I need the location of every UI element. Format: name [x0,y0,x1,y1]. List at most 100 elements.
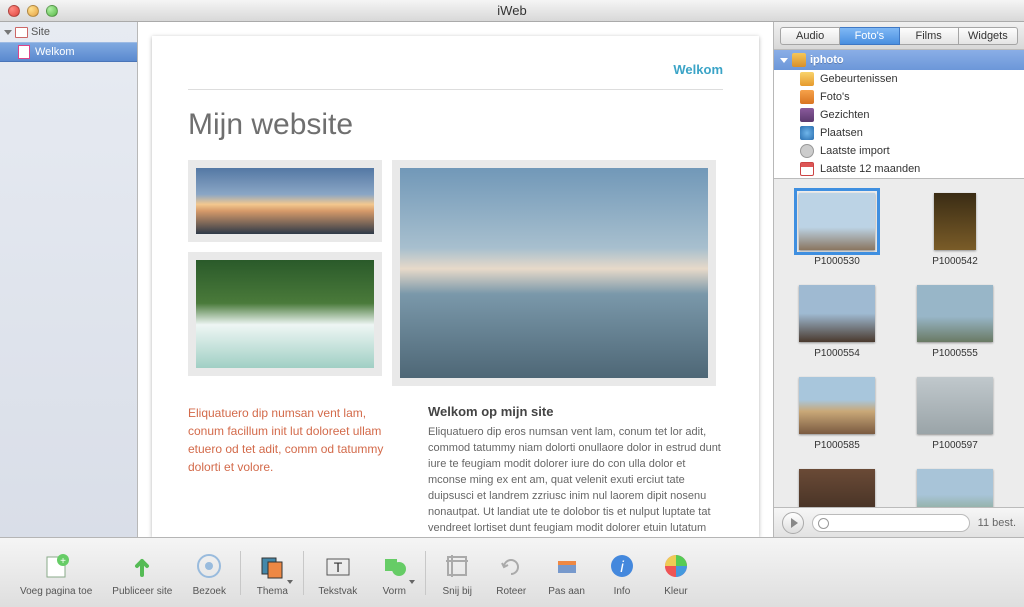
media-tabs: AudioFoto'sFilmsWidgets [774,22,1024,50]
disclosure-triangle-icon [780,58,788,63]
sidebar-page-welkom[interactable]: Welkom [0,42,137,62]
svg-text:+: + [60,556,66,567]
toolbar-label: Tekstvak [318,586,357,597]
photo-placeholder-1[interactable] [188,160,382,242]
toolbar-shape-button[interactable]: Vorm [367,549,421,597]
page-canvas[interactable]: Welkom Mijn website Eliquatuero dip nums… [152,36,759,537]
pho-icon [800,90,814,104]
toolbar-label: Snij bij [443,586,472,597]
star-icon [800,72,814,86]
media-tab-films[interactable]: Films [900,27,959,45]
thumbnail-image [799,285,875,342]
shape-icon [377,549,411,583]
media-source-label: Plaatsen [820,127,863,139]
thumbnail-image [934,193,976,250]
toolbar-crop-button[interactable]: Snij bij [430,549,484,597]
svg-text:T: T [334,559,343,575]
media-panel-footer: 11 best. [774,507,1024,537]
media-panel: AudioFoto'sFilmsWidgets iphoto Gebeurten… [774,22,1024,537]
theme-icon [255,549,289,583]
site-root-label: Site [31,26,50,38]
toolbar-adjust-button[interactable]: Pas aan [538,549,595,597]
iphoto-icon [792,53,806,67]
photo-placeholder-3[interactable] [392,160,716,386]
photo-placeholder-2[interactable] [188,252,382,376]
media-source-header-label: iphoto [810,54,844,66]
toolbar-theme-button[interactable]: Thema [245,549,299,597]
media-search-input[interactable] [812,514,970,532]
media-source-label: Laatste import [820,145,890,157]
thumbnail-caption: P1000555 [910,348,1000,359]
media-source-cal[interactable]: Laatste 12 maanden [774,160,1024,178]
toolbar-rotate-button[interactable]: Roteer [484,549,538,597]
toolbar-textbox-button[interactable]: T Tekstvak [308,549,367,597]
media-source-star[interactable]: Gebeurtenissen [774,70,1024,88]
toolbar-color-button[interactable]: Kleur [649,549,703,597]
site-sidebar: Site Welkom [0,22,138,537]
media-source-label: Gezichten [820,109,870,121]
toolbar-label: Voeg pagina toe [20,586,92,597]
media-source-pho[interactable]: Foto's [774,88,1024,106]
thumbnail-P1000597[interactable]: P1000597 [910,377,1000,451]
thumbnail-image [917,469,993,507]
visit-icon [192,549,226,583]
thumbnail-P1000530[interactable]: P1000530 [792,193,882,267]
titlebar: iWeb [0,0,1024,22]
thumbnail-P1000554[interactable]: P1000554 [792,285,882,359]
thumbnail-caption: P1000585 [792,440,882,451]
thumbnail-caption: P1000554 [792,348,882,359]
window-title: iWeb [0,3,1024,18]
toolbar-separator [303,551,304,595]
toolbar-add-page-button[interactable]: + Voeg pagina toe [10,549,102,597]
toolbar-label: Thema [257,586,288,597]
thumbnail-P1000555[interactable]: P1000555 [910,285,1000,359]
adjust-icon [550,549,584,583]
imp-icon [800,144,814,158]
highlight-textbox[interactable]: Eliquatuero dip numsan vent lam, conum f… [188,404,398,537]
media-tab-widgets[interactable]: Widgets [959,27,1018,45]
toolbar-label: Vorm [383,586,406,597]
toolbar-visit-button[interactable]: Bezoek [182,549,236,597]
media-tab-audio[interactable]: Audio [780,27,840,45]
thumbnail-grid: P1000530 P1000542 P1000554 P1000555 P1000585… [774,179,1024,507]
thumbnail-caption: P1000530 [792,256,882,267]
media-source-face[interactable]: Gezichten [774,106,1024,124]
toolbar-info-button[interactable]: iInfo [595,549,649,597]
body-heading[interactable]: Welkom op mijn site [428,404,723,419]
crop-icon [440,549,474,583]
toolbar-publish-button[interactable]: Publiceer site [102,549,182,597]
info-icon: i [605,549,639,583]
face-icon [800,108,814,122]
publish-icon [125,549,159,583]
thumbnail-image [917,285,993,342]
thumbnail-P1000585[interactable]: P1000585 [792,377,882,451]
thumbnail-caption: P1000597 [910,440,1000,451]
thumbnail-image [799,193,875,250]
bottom-toolbar: + Voeg pagina toe Publiceer site Bezoek Them… [0,537,1024,607]
thumbnail-P1000672[interactable]: P1000672 [792,469,882,507]
media-source-header[interactable]: iphoto [774,50,1024,70]
media-source-imp[interactable]: Laatste import [774,142,1024,160]
toolbar-label: Bezoek [193,586,226,597]
toolbar-separator [425,551,426,595]
page-nav-link[interactable]: Welkom [188,62,723,90]
body-textbox[interactable]: Eliquatuero dip eros numsan vent lam, co… [428,425,723,537]
media-source-label: Gebeurtenissen [820,73,898,85]
toolbar-separator [240,551,241,595]
media-source-list: iphoto Gebeurtenissen Foto's Gezichten Plaa… [774,50,1024,179]
play-slideshow-button[interactable] [782,512,804,534]
thumbnail-P1000718[interactable]: P1000718 [910,469,1000,507]
site-root-row[interactable]: Site [0,22,137,42]
toolbar-label: Publiceer site [112,586,172,597]
page-title[interactable]: Mijn website [188,108,723,142]
disclosure-triangle-icon [4,30,12,35]
thumbnail-P1000542[interactable]: P1000542 [910,193,1000,267]
svg-text:i: i [620,559,624,576]
canvas-area: Welkom Mijn website Eliquatuero dip nums… [138,22,774,537]
media-tab-fotos[interactable]: Foto's [840,27,899,45]
thumbnail-caption: P1000542 [910,256,1000,267]
media-source-place[interactable]: Plaatsen [774,124,1024,142]
add-page-icon: + [39,549,73,583]
textbox-icon: T [321,549,355,583]
place-icon [800,126,814,140]
